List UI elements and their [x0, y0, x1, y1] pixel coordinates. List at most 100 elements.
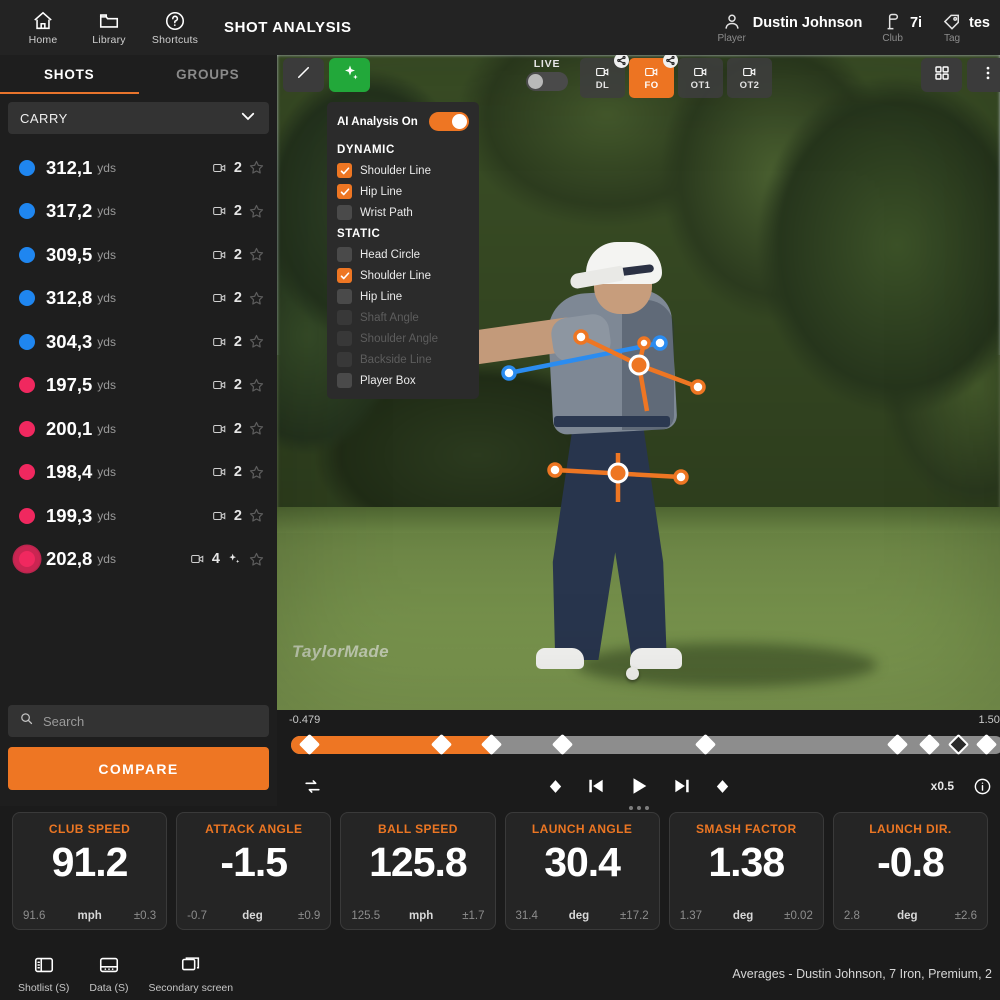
- live-toggle[interactable]: [526, 72, 568, 91]
- step-forward-button[interactable]: [672, 776, 692, 796]
- timeline-keyframe-marker[interactable]: [919, 734, 940, 755]
- favorite-star-icon[interactable]: [248, 377, 265, 394]
- checkbox-checked-icon[interactable]: [337, 163, 352, 178]
- shot-list-item[interactable]: 312,1yds2: [0, 146, 277, 190]
- camera-share-badge[interactable]: [614, 55, 629, 68]
- shot-list-item[interactable]: 198,4yds2: [0, 451, 277, 495]
- metric-card[interactable]: SMASH FACTOR1.381.37deg±0.02: [669, 812, 824, 930]
- camera-share-badge[interactable]: [663, 55, 678, 68]
- shot-list-item[interactable]: 197,5yds2: [0, 364, 277, 408]
- ai-option-row[interactable]: Shoulder Line: [327, 160, 479, 181]
- ai-option-row[interactable]: Shoulder Line: [327, 265, 479, 286]
- metric-card[interactable]: CLUB SPEED91.291.6mph±0.3: [12, 812, 167, 930]
- camera-button-dl[interactable]: DL: [580, 58, 625, 98]
- tab-groups[interactable]: GROUPS: [139, 55, 278, 94]
- favorite-star-icon[interactable]: [248, 551, 265, 568]
- metric-card[interactable]: ATTACK ANGLE-1.5-0.7deg±0.9: [176, 812, 331, 930]
- ai-option-row[interactable]: Hip Line: [327, 181, 479, 202]
- kebab-icon: [979, 64, 997, 87]
- data-toggle-label: Data (S): [89, 982, 128, 994]
- favorite-star-icon[interactable]: [248, 464, 265, 481]
- checkbox-checked-icon[interactable]: [337, 268, 352, 283]
- timeline-keyframe-marker[interactable]: [694, 734, 715, 755]
- favorite-star-icon[interactable]: [248, 420, 265, 437]
- loop-button[interactable]: [303, 777, 322, 796]
- shot-video-count[interactable]: 4: [188, 551, 220, 567]
- search-input[interactable]: Search: [8, 705, 269, 737]
- shot-carry-unit: yds: [97, 552, 116, 566]
- tag-selector[interactable]: Tag tes: [932, 12, 1000, 44]
- secondary-screen-button[interactable]: Secondary screen: [138, 954, 243, 994]
- info-button[interactable]: [973, 777, 992, 796]
- more-options-button[interactable]: [967, 58, 1000, 92]
- play-button[interactable]: [628, 775, 650, 797]
- metric-card[interactable]: BALL SPEED125.8125.5mph±1.7: [340, 812, 495, 930]
- line-tool-button[interactable]: [283, 58, 324, 92]
- video-player[interactable]: TaylorMade: [277, 55, 1000, 710]
- ai-option-row[interactable]: Head Circle: [327, 244, 479, 265]
- shot-row-right: 2: [210, 464, 265, 481]
- ai-analysis-toggle[interactable]: [429, 112, 469, 131]
- shot-video-count[interactable]: 2: [210, 508, 242, 524]
- shot-video-count[interactable]: 2: [210, 247, 242, 263]
- shot-list-item[interactable]: 312,8yds2: [0, 277, 277, 321]
- next-keyframe-button[interactable]: [714, 778, 731, 795]
- shot-video-count[interactable]: 2: [210, 421, 242, 437]
- tab-shots[interactable]: SHOTS: [0, 55, 139, 94]
- shot-video-count[interactable]: 2: [210, 377, 242, 393]
- ai-tool-button[interactable]: [329, 58, 370, 92]
- panel-resize-handle[interactable]: [629, 806, 649, 810]
- shot-list-item[interactable]: 199,3yds2: [0, 494, 277, 538]
- shot-row-right: 2: [210, 290, 265, 307]
- nav-item-home[interactable]: Home: [10, 10, 76, 46]
- step-backward-button[interactable]: [586, 776, 606, 796]
- favorite-star-icon[interactable]: [248, 333, 265, 350]
- shot-video-count[interactable]: 2: [210, 464, 242, 480]
- club-selector[interactable]: Club 7i: [872, 12, 932, 44]
- camera-button-ot1[interactable]: OT1: [678, 58, 723, 98]
- favorite-star-icon[interactable]: [248, 507, 265, 524]
- prev-keyframe-button[interactable]: [547, 778, 564, 795]
- nav-item-shortcuts[interactable]: Shortcuts: [142, 10, 208, 46]
- shot-video-count[interactable]: 2: [210, 160, 242, 176]
- favorite-star-icon[interactable]: [248, 290, 265, 307]
- favorite-star-icon[interactable]: [248, 159, 265, 176]
- timeline-scrubber[interactable]: [291, 736, 1000, 754]
- timeline-keyframe-marker[interactable]: [887, 734, 908, 755]
- sort-dropdown[interactable]: CARRY: [8, 102, 269, 134]
- ai-option-row[interactable]: Player Box: [327, 370, 479, 391]
- layout-grid-button[interactable]: [921, 58, 962, 92]
- timeline-keyframe-marker[interactable]: [552, 734, 573, 755]
- timeline-current-marker[interactable]: [948, 734, 969, 755]
- player-selector[interactable]: Player Dustin Johnson: [707, 12, 872, 44]
- shot-video-count[interactable]: 2: [210, 334, 242, 350]
- playback-speed[interactable]: x0.5: [931, 779, 954, 793]
- checkbox-icon[interactable]: [337, 205, 352, 220]
- metric-card[interactable]: LAUNCH DIR.-0.82.8deg±2.6: [833, 812, 988, 930]
- camera-button-fo[interactable]: FO: [629, 58, 674, 98]
- checkbox-icon[interactable]: [337, 373, 352, 388]
- checkbox-icon: [337, 331, 352, 346]
- shot-list-item[interactable]: 200,1yds2: [0, 407, 277, 451]
- metric-card[interactable]: LAUNCH ANGLE30.431.4deg±17.2: [505, 812, 660, 930]
- favorite-star-icon[interactable]: [248, 203, 265, 220]
- nav-item-library[interactable]: Library: [76, 10, 142, 46]
- data-toggle-button[interactable]: Data (S): [79, 954, 138, 994]
- shot-list-item[interactable]: 317,2yds2: [0, 190, 277, 234]
- checkbox-icon[interactable]: [337, 247, 352, 262]
- shot-video-count[interactable]: 2: [210, 203, 242, 219]
- timeline-keyframe-marker[interactable]: [976, 734, 997, 755]
- shot-list-item[interactable]: 309,5yds2: [0, 233, 277, 277]
- ai-option-row[interactable]: Wrist Path: [327, 202, 479, 223]
- shot-list-item[interactable]: 202,8yds4: [0, 538, 277, 582]
- camera-button-ot2[interactable]: OT2: [727, 58, 772, 98]
- favorite-star-icon[interactable]: [248, 246, 265, 263]
- compare-button[interactable]: COMPARE: [8, 747, 269, 790]
- shotlist-toggle-button[interactable]: Shotlist (S): [8, 954, 79, 994]
- shot-list-item[interactable]: 304,3yds2: [0, 320, 277, 364]
- sparkle-icon[interactable]: [226, 551, 242, 567]
- checkbox-icon[interactable]: [337, 289, 352, 304]
- checkbox-checked-icon[interactable]: [337, 184, 352, 199]
- ai-option-row[interactable]: Hip Line: [327, 286, 479, 307]
- shot-video-count[interactable]: 2: [210, 290, 242, 306]
